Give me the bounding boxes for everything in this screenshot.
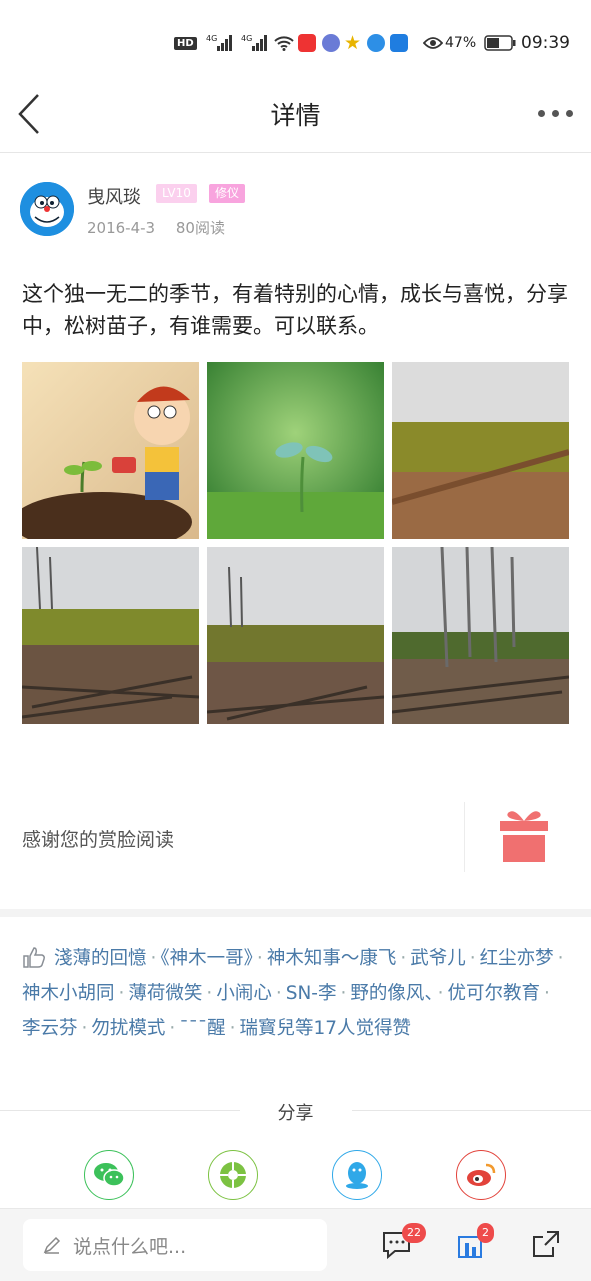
- likes-list: 淺薄的回憶 · 《神木一哥》 · 神木知事～康飞 · 武爷儿 · 红尘亦梦 ·神木小胡同 · 薄荷微笑…: [22, 941, 570, 1046]
- star-icon: ★: [344, 32, 362, 54]
- photo-sprout[interactable]: [207, 362, 384, 539]
- battery-icon: [484, 32, 516, 54]
- photo-grid: [22, 362, 570, 724]
- like-user-name[interactable]: 李云芬: [22, 1018, 78, 1039]
- hd-indicator: HD: [174, 32, 197, 54]
- photo-cartoon-watering[interactable]: [22, 362, 199, 539]
- qq-share-button[interactable]: [332, 1150, 382, 1200]
- signal-icon: 4G: [206, 32, 233, 54]
- like-user-name[interactable]: ¯¯¯醒: [179, 1018, 225, 1039]
- eye-icon: [423, 32, 443, 54]
- post-content: 这个独一无二的季节，有着特别的心情，成长与喜悦，分享中，松树苗子，有谁需要。可以…: [22, 282, 568, 338]
- like-user-name[interactable]: 优可尔教育: [448, 983, 541, 1004]
- like-user-name[interactable]: 薄荷微笑: [128, 983, 202, 1004]
- like-user-name[interactable]: SN-李: [286, 983, 337, 1004]
- clock: 09:39: [521, 33, 570, 53]
- wechat-share-button[interactable]: [84, 1150, 134, 1200]
- like-user-name[interactable]: 瑞寳兒等: [239, 1018, 313, 1039]
- separator-dot: ·: [340, 983, 347, 1004]
- app-icon: [367, 32, 385, 54]
- separator-dot: ·: [169, 1018, 176, 1039]
- separator-dot: ·: [81, 1018, 88, 1039]
- separator-dot: ·: [437, 983, 444, 1004]
- separator-dot: ·: [256, 948, 263, 969]
- separator-dot: ·: [150, 948, 157, 969]
- like-user-name[interactable]: 《神木一哥》: [160, 948, 253, 969]
- level-badge: LV10: [156, 184, 197, 203]
- like-user-name[interactable]: 勿扰模式: [91, 1018, 165, 1039]
- read-count: 80阅读: [175, 219, 225, 237]
- comment-count-badge: 22: [402, 1223, 426, 1243]
- more-icon[interactable]: [538, 110, 573, 117]
- share-title: 分享: [277, 1103, 314, 1124]
- music-icon: [322, 32, 340, 54]
- battery-percent: 47%: [445, 35, 477, 51]
- photo-field-3[interactable]: [207, 547, 384, 724]
- like-user-name[interactable]: 野的像风、: [350, 983, 433, 1004]
- photo-field-4[interactable]: [392, 547, 569, 724]
- like-names: 淺薄的回憶 · 《神木一哥》 · 神木知事～康飞 · 武爷儿 · 红尘亦梦 ·神木小胡同 · 薄荷微笑…: [22, 948, 568, 1039]
- separator-dot: ·: [118, 983, 125, 1004]
- like-summary: 17人觉得赞: [313, 1018, 412, 1039]
- separator-dot: ·: [544, 983, 550, 1004]
- separator-dot: ·: [469, 948, 476, 969]
- moments-share-button[interactable]: [208, 1150, 258, 1200]
- photo-field-1[interactable]: [392, 362, 569, 539]
- author-name[interactable]: 曳风琰: [87, 183, 141, 209]
- like-user-name[interactable]: 小闹心: [216, 983, 272, 1004]
- thumbs-up-icon[interactable]: [22, 945, 46, 968]
- page-title: 详情: [270, 101, 321, 130]
- comment-input[interactable]: 说点什么吧...: [23, 1219, 327, 1271]
- wechat-icon: [94, 1163, 125, 1187]
- wifi-icon: [274, 32, 294, 54]
- weibo-share-button[interactable]: [456, 1150, 506, 1200]
- separator-dot: ·: [206, 983, 213, 1004]
- section-separator: [0, 909, 591, 917]
- role-badge: 修仪: [209, 184, 246, 203]
- top-nav: 详情: [0, 76, 591, 153]
- like-user-name[interactable]: 武爷儿: [410, 948, 466, 969]
- favorite-count-badge: 2: [477, 1223, 494, 1243]
- like-user-name[interactable]: 神木小胡同: [22, 983, 115, 1004]
- weibo-icon: [467, 1163, 496, 1186]
- separator-dot: ·: [400, 948, 407, 969]
- post-meta: 2016-4-3 80阅读: [87, 217, 241, 238]
- app-notification-icon: [298, 32, 316, 54]
- divider: [464, 802, 465, 872]
- gift-icon[interactable]: [498, 807, 550, 863]
- pencil-icon: [43, 1236, 61, 1254]
- signal-icon-2: 4G: [241, 32, 268, 54]
- share-icon[interactable]: [529, 1227, 563, 1261]
- qq-icon: [346, 1162, 368, 1189]
- bottom-bar: 说点什么吧... 22 2: [0, 1208, 591, 1281]
- separator-dot: ·: [275, 983, 282, 1004]
- separator-dot: ·: [557, 948, 564, 969]
- comment-placeholder: 说点什么吧...: [73, 1236, 187, 1258]
- status-bar: HD 4G 4G ★ 47% 09:39: [0, 0, 591, 86]
- like-user-name[interactable]: 神木知事～康飞: [267, 948, 397, 969]
- like-user-name[interactable]: 红尘亦梦: [480, 948, 554, 969]
- like-user-name[interactable]: 淺薄的回憶: [54, 948, 147, 969]
- reward-text: 感谢您的赏脸阅读: [22, 829, 175, 851]
- separator-dot: ·: [229, 1018, 236, 1039]
- news-icon: [390, 32, 408, 54]
- avatar[interactable]: [20, 182, 74, 236]
- photo-field-2[interactable]: [22, 547, 199, 724]
- moments-icon: [220, 1162, 246, 1188]
- post-date: 2016-4-3: [87, 219, 156, 237]
